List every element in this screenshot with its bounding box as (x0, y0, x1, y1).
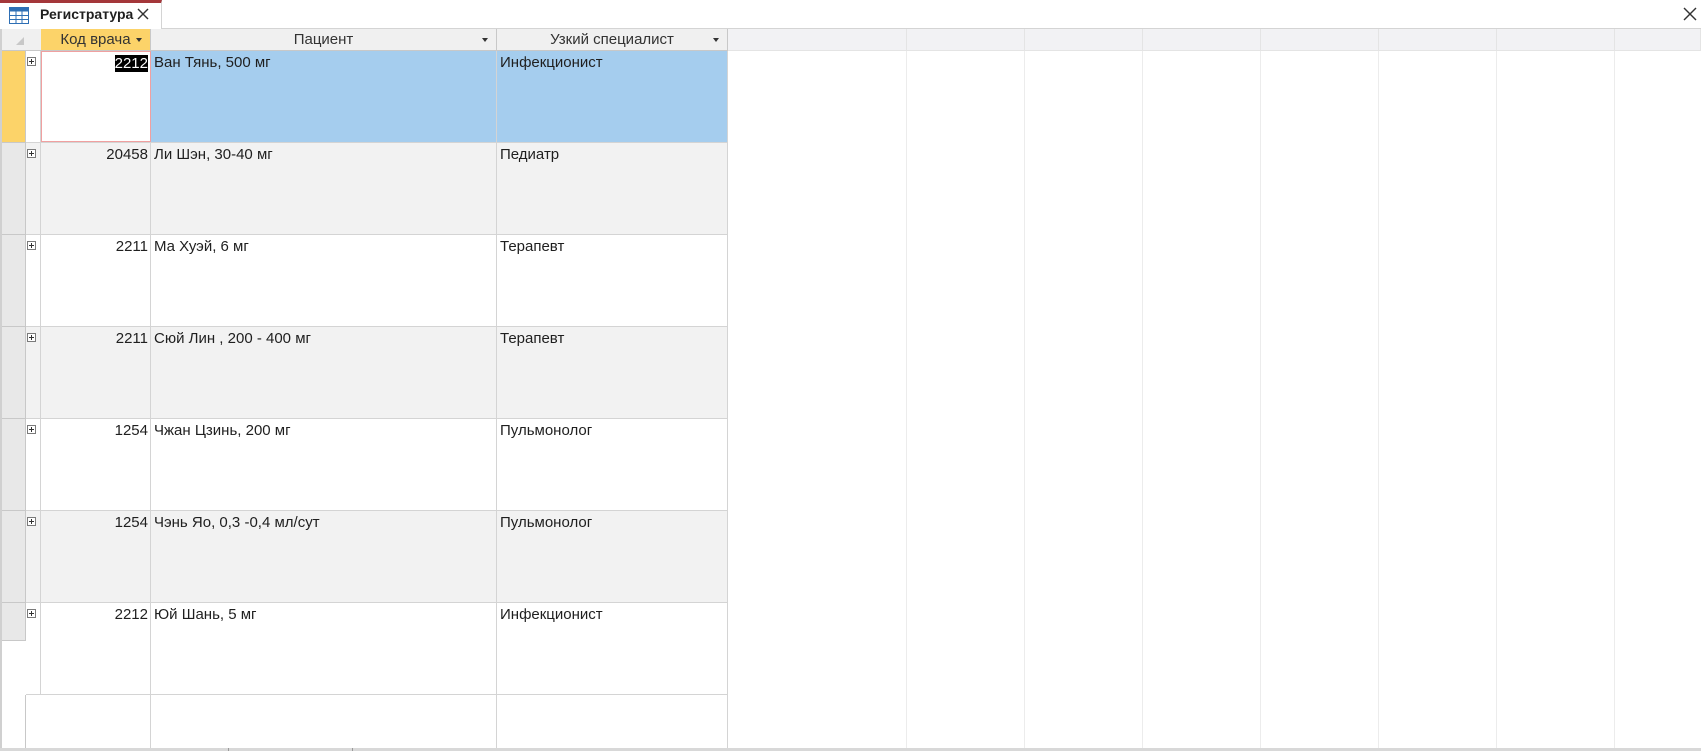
expand-icon[interactable] (27, 57, 36, 66)
close-icon[interactable] (1683, 7, 1697, 21)
document-tab-bar: Регистратура (0, 0, 1701, 29)
new-record-row[interactable] (26, 695, 728, 751)
column-header-code[interactable]: Код врача (41, 29, 151, 51)
datasheet: Код врача Пациент Узкий специалист 2212 … (0, 29, 1701, 751)
grid-line (1378, 51, 1379, 751)
select-all-corner[interactable] (2, 29, 44, 51)
cell-patient[interactable]: Ли Шэн, 30-40 мг (151, 143, 497, 234)
table-row[interactable]: 1254 Чжан Цзинь, 200 мг Пульмонолог (26, 419, 728, 511)
table-row[interactable]: 2211 Сюй Лин , 200 - 400 мг Терапевт (26, 327, 728, 419)
cell-code[interactable]: 20458 (41, 143, 151, 234)
record-selector-strip (2, 51, 26, 641)
cell-code-value: 2212 (114, 55, 148, 72)
record-selector[interactable] (2, 327, 25, 419)
cell-specialist[interactable]: Педиатр (497, 143, 728, 234)
grid-line (1142, 51, 1143, 751)
expand-cell[interactable] (26, 511, 41, 602)
column-header-patient[interactable]: Пациент (151, 29, 497, 51)
table-icon (9, 7, 29, 24)
empty-column-header (1497, 29, 1615, 51)
cell-code[interactable]: 2211 (41, 235, 151, 326)
empty-column-header (1025, 29, 1143, 51)
tab-title: Регистратура (40, 6, 134, 22)
close-icon[interactable] (136, 7, 150, 21)
cell-patient[interactable]: Юй Шань, 5 мг (151, 603, 497, 694)
table-row[interactable]: 20458 Ли Шэн, 30-40 мг Педиатр (26, 143, 728, 235)
empty-column-header (1261, 29, 1379, 51)
record-selector[interactable] (2, 603, 25, 641)
cell-code[interactable]: 1254 (41, 511, 151, 602)
chevron-down-icon[interactable] (136, 38, 142, 42)
select-all-icon (16, 37, 24, 45)
expand-icon[interactable] (27, 149, 36, 158)
grid-line (1260, 51, 1261, 751)
cell-code[interactable]: 2211 (41, 327, 151, 418)
expand-cell[interactable] (26, 143, 41, 234)
record-selector[interactable] (2, 419, 25, 511)
record-selector[interactable] (2, 511, 25, 603)
cell-patient[interactable]: Чэнь Яо, 0,3 -0,4 мл/сут (151, 511, 497, 602)
column-header-label: Узкий специалист (550, 31, 674, 48)
expand-icon[interactable] (27, 609, 36, 618)
cell-patient[interactable]: Ма Хуэй, 6 мг (151, 235, 497, 326)
grid-line (1024, 51, 1025, 751)
empty-column-header (1379, 29, 1497, 51)
tab-registratura[interactable]: Регистратура (0, 0, 162, 29)
cell-code[interactable]: 2212 (41, 603, 151, 694)
record-selector[interactable] (2, 235, 25, 327)
table-row[interactable]: 1254 Чэнь Яо, 0,3 -0,4 мл/сут Пульмоноло… (26, 511, 728, 603)
cell-patient[interactable]: Ван Тянь, 500 мг (151, 51, 497, 142)
cell-patient[interactable]: Чжан Цзинь, 200 мг (151, 419, 497, 510)
expand-cell[interactable] (26, 419, 41, 510)
expand-cell[interactable] (26, 51, 41, 142)
record-selector[interactable] (2, 143, 25, 235)
cell-patient[interactable]: Сюй Лин , 200 - 400 мг (151, 327, 497, 418)
record-selector[interactable] (2, 695, 26, 751)
expand-cell (26, 695, 41, 751)
grid-line (906, 51, 907, 751)
column-header-label: Код врача (60, 31, 131, 48)
cell-code[interactable]: 2212 (41, 51, 151, 142)
table-row[interactable]: 2212 Юй Шань, 5 мг Инфекционист (26, 603, 728, 695)
empty-column-header (1143, 29, 1261, 51)
table-row[interactable]: 2212 Ван Тянь, 500 мг Инфекционист (26, 51, 728, 143)
cell-specialist[interactable]: Пульмонолог (497, 511, 728, 602)
column-header-label: Пациент (293, 31, 354, 48)
cell-code[interactable] (41, 695, 151, 751)
cell-specialist[interactable]: Пульмонолог (497, 419, 728, 510)
expand-cell[interactable] (26, 603, 41, 694)
expand-cell[interactable] (26, 327, 41, 418)
empty-column-header (728, 29, 907, 51)
expand-cell[interactable] (26, 235, 41, 326)
empty-column-header (1615, 29, 1701, 51)
expand-icon[interactable] (27, 425, 36, 434)
grid-line (1496, 51, 1497, 751)
table-row[interactable]: 2211 Ма Хуэй, 6 мг Терапевт (26, 235, 728, 327)
cell-specialist[interactable] (497, 695, 728, 751)
cell-specialist[interactable]: Терапевт (497, 327, 728, 418)
chevron-down-icon[interactable] (713, 38, 719, 42)
expand-icon[interactable] (27, 517, 36, 526)
cell-specialist[interactable]: Инфекционист (497, 51, 728, 142)
cell-specialist[interactable]: Терапевт (497, 235, 728, 326)
empty-column-header (907, 29, 1025, 51)
column-header-specialist[interactable]: Узкий специалист (497, 29, 728, 51)
record-selector[interactable] (2, 51, 25, 143)
cell-specialist[interactable]: Инфекционист (497, 603, 728, 694)
cell-patient[interactable] (151, 695, 497, 751)
grid-line (1614, 51, 1615, 751)
chevron-down-icon[interactable] (482, 38, 488, 42)
expand-icon[interactable] (27, 241, 36, 250)
cell-code[interactable]: 1254 (41, 419, 151, 510)
expand-icon[interactable] (27, 333, 36, 342)
